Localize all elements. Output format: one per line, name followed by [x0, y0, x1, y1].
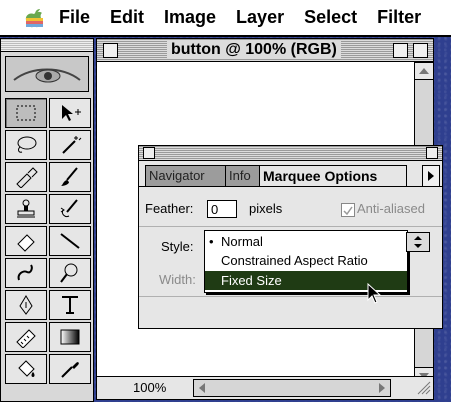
history-brush-icon[interactable]	[49, 194, 91, 224]
anti-aliased-checkbox[interactable]	[341, 203, 355, 217]
scroll-up-arrow-icon[interactable]	[415, 62, 433, 80]
zoom-box-icon[interactable]	[393, 43, 408, 58]
feather-unit: pixels	[249, 201, 283, 216]
feather-label: Feather:	[145, 201, 194, 216]
document-title: button @ 100% (RGB)	[167, 41, 341, 59]
anti-aliased-label: Anti-aliased	[357, 201, 425, 216]
style-label: Style:	[161, 239, 194, 254]
menu-file[interactable]: File	[59, 7, 90, 28]
palette-titlebar[interactable]	[139, 146, 442, 161]
style-option-normal[interactable]: • Normal	[205, 232, 407, 251]
style-popup-button[interactable]	[406, 232, 430, 252]
tab-marquee-options[interactable]: Marquee Options	[259, 165, 407, 186]
lasso-icon[interactable]	[5, 130, 47, 160]
scroll-left-arrow-icon[interactable]	[194, 380, 210, 396]
menu-select[interactable]: Select	[304, 7, 357, 28]
horizontal-scrollbar[interactable]	[193, 379, 391, 397]
close-box-icon[interactable]	[103, 43, 118, 58]
magic-wand-icon[interactable]	[49, 130, 91, 160]
checkmark-bullet-icon: •	[209, 234, 214, 249]
feather-input[interactable]: 0	[207, 200, 237, 218]
document-titlebar[interactable]: button @ 100% (RGB)	[97, 39, 433, 62]
style-option-fixed-size-label: Fixed Size	[221, 273, 282, 288]
airbrush-icon[interactable]	[5, 162, 47, 192]
eraser-icon[interactable]	[5, 226, 47, 256]
scroll-right-arrow-icon[interactable]	[374, 380, 390, 396]
palette-menu-arrow-icon[interactable]	[422, 165, 440, 187]
line-icon[interactable]	[49, 226, 91, 256]
zoom-level[interactable]: 100%	[133, 380, 166, 395]
eyedropper-icon[interactable]	[49, 354, 91, 384]
type-icon[interactable]	[49, 290, 91, 320]
status-bar: 100%	[97, 376, 433, 399]
tab-divider	[139, 186, 442, 187]
rubber-stamp-icon[interactable]	[5, 194, 47, 224]
apple-menu-icon[interactable]	[23, 7, 45, 29]
eye-logo-icon[interactable]	[5, 56, 89, 92]
dodge-icon[interactable]	[49, 258, 91, 288]
tab-info[interactable]: Info	[225, 165, 263, 186]
palette-collapse-box-icon[interactable]	[426, 147, 438, 159]
resize-grip-icon[interactable]	[416, 380, 432, 396]
style-option-normal-label: Normal	[221, 234, 263, 249]
menu-bar: File Edit Image Layer Select Filter	[0, 0, 451, 37]
menu-edit[interactable]: Edit	[110, 7, 144, 28]
gradient-icon[interactable]	[49, 322, 91, 352]
mouse-pointer-icon	[367, 283, 382, 304]
pen-icon[interactable]	[5, 290, 47, 320]
style-option-constrained[interactable]: Constrained Aspect Ratio	[205, 251, 407, 270]
toolbox-titlebar[interactable]	[1, 39, 93, 52]
toolbox-palette	[0, 38, 94, 402]
menu-image[interactable]: Image	[164, 7, 216, 28]
marquee-icon[interactable]	[5, 98, 47, 128]
collapse-box-icon[interactable]	[413, 43, 428, 58]
style-option-constrained-label: Constrained Aspect Ratio	[221, 253, 368, 268]
paint-bucket-icon[interactable]	[5, 354, 47, 384]
menu-layer[interactable]: Layer	[236, 7, 284, 28]
options-divider-bottom	[139, 296, 442, 297]
paintbrush-icon[interactable]	[49, 162, 91, 192]
width-label: Width:	[159, 272, 196, 287]
palette-tabs: Navigator Info Marquee Options	[145, 165, 435, 187]
menu-filter[interactable]: Filter	[377, 7, 421, 28]
options-divider	[139, 226, 442, 227]
palette-close-box-icon[interactable]	[143, 147, 155, 159]
blur-icon[interactable]	[5, 258, 47, 288]
tab-navigator[interactable]: Navigator	[145, 165, 229, 186]
move-icon[interactable]	[49, 98, 91, 128]
measure-icon[interactable]	[5, 322, 47, 352]
